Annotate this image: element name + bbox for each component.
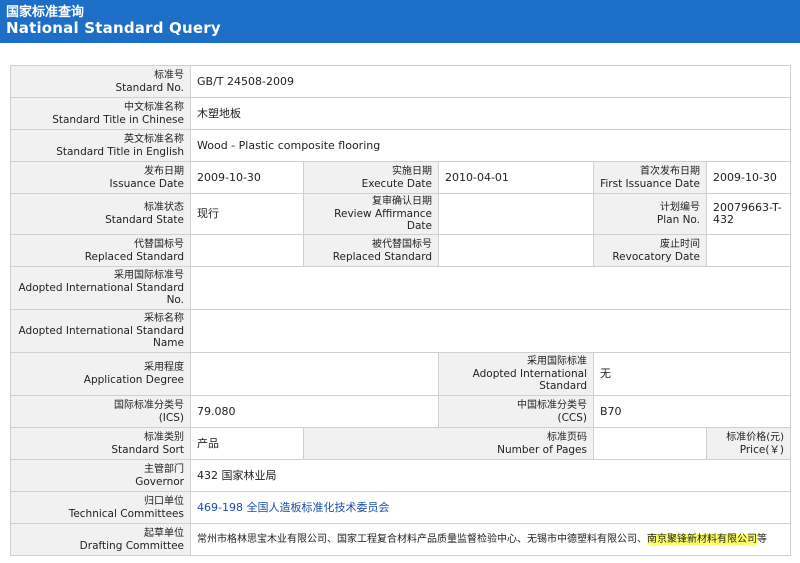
label-replaced-by: 被代替国标号 Replaced Standard [303,234,439,267]
label-price: 标准价格(元) Price(￥) [705,427,792,460]
row-title-en: 英文标准名称 Standard Title in English Wood - P… [10,129,792,162]
header-title-cn: 国家标准查询 [6,5,85,20]
drafting-committee-text: 常州市格林思宝木业有限公司、国家工程复合材料产品质量监督检验中心、无锡市中德塑料… [197,533,647,545]
label-revocatory-date: 废止时间 Revocatory Date [593,234,707,267]
row-adopted-intl-name: 采标名称 Adopted International Standard Name [10,309,792,353]
value-replaced-standard [190,234,304,267]
row-application-degree: 采用程度 Application Degree 采用国际标准 Adopted Int… [10,352,792,396]
value-issuance-date: 2009-10-30 [190,161,304,194]
value-standard-no: GB/T 24508-2009 [189,65,792,98]
label-adopted-intl-no: 采用国际标准号 Adopted International Standard No… [10,266,191,310]
label-ics: 国际标准分类号 (ICS) [10,395,191,428]
value-review-affirmance-date [438,193,594,235]
value-execute-date: 2010-04-01 [438,161,594,194]
label-number-of-pages: 标准页码 Number of Pages [303,427,594,460]
value-number-of-pages [593,427,707,460]
label-issuance-date: 发布日期 Issuance Date [10,161,191,194]
label-drafting-committee: 起草单位 Drafting Committee [10,523,191,556]
technical-committee-link[interactable]: 469-198 全国人造板标准化技术委员会 [197,501,389,514]
header-banner: 国家标准查询 National Standard Query [0,0,800,43]
label-standard-sort: 标准类别 Standard Sort [10,427,191,460]
header-title-en: National Standard Query [6,19,221,37]
drafting-committee-highlight: 南京聚锋新材料有限公司 [647,533,757,545]
label-adopted-intl-standard: 采用国际标准 Adopted International Standard [438,352,594,396]
value-adopted-intl-standard: 无 [592,352,792,396]
value-drafting-committee: 常州市格林思宝木业有限公司、国家工程复合材料产品质量监督检验中心、无锡市中德塑料… [189,523,792,556]
value-plan-no: 20079663-T-432 [705,193,792,235]
label-execute-date: 实施日期 Execute Date [303,161,439,194]
standard-detail: 标准号 Standard No. GB/T 24508-2009 中文标准名称 St… [10,65,792,556]
value-technical-committees: 469-198 全国人造板标准化技术委员会 [189,491,792,524]
value-first-issuance-date: 2009-10-30 [705,161,792,194]
label-application-degree: 采用程度 Application Degree [10,352,191,396]
value-revocatory-date [705,234,792,267]
row-technical-committees: 归口单位 Technical Committees 469-198 全国人造板标准… [10,491,792,524]
value-standard-state: 现行 [190,193,304,235]
value-adopted-intl-no [189,266,792,310]
standard-detail-table: 标准号 Standard No. GB/T 24508-2009 中文标准名称 St… [10,65,792,556]
label-adopted-intl-name: 采标名称 Adopted International Standard Name [10,309,191,353]
label-title-en: 英文标准名称 Standard Title in English [10,129,191,162]
value-ics: 79.080 [190,395,439,428]
row-replaced: 代替国标号 Replaced Standard 被代替国标号 Replaced St… [10,234,792,267]
label-review-affirmance-date: 复审确认日期 Review Affirmance Date [303,193,439,235]
label-ccs: 中国标准分类号 (CCS) [438,395,594,428]
value-standard-sort: 产品 [190,427,304,460]
label-plan-no: 计划编号 Plan No. [593,193,707,235]
row-adopted-intl-no: 采用国际标准号 Adopted International Standard No… [10,266,792,310]
row-governor: 主管部门 Governor 432 国家林业局 [10,459,792,492]
value-application-degree [190,352,439,396]
label-first-issuance-date: 首次发布日期 First Issuance Date [593,161,707,194]
row-title-cn: 中文标准名称 Standard Title in Chinese 木塑地板 [10,97,792,130]
row-dates: 发布日期 Issuance Date 2009-10-30 实施日期 Execute… [10,161,792,194]
row-classification: 国际标准分类号 (ICS) 79.080 中国标准分类号 (CCS) B70 [10,395,792,428]
label-technical-committees: 归口单位 Technical Committees [10,491,191,524]
row-standard-no: 标准号 Standard No. GB/T 24508-2009 [10,65,792,98]
label-standard-state: 标准状态 Standard State [10,193,191,235]
label-replaced-standard: 代替国标号 Replaced Standard [10,234,191,267]
row-sort: 标准类别 Standard Sort 产品 标准页码 Number of Pages… [10,427,792,460]
value-title-en: Wood - Plastic composite flooring [189,129,792,162]
value-governor: 432 国家林业局 [189,459,792,492]
label-governor: 主管部门 Governor [10,459,191,492]
value-title-cn: 木塑地板 [189,97,792,130]
label-standard-no: 标准号 Standard No. [10,65,191,98]
label-title-cn: 中文标准名称 Standard Title in Chinese [10,97,191,130]
row-state: 标准状态 Standard State 现行 复审确认日期 Review Affir… [10,193,792,235]
drafting-committee-suffix: 等 [757,533,767,545]
value-replaced-by [438,234,594,267]
value-adopted-intl-name [189,309,792,353]
row-drafting-committee: 起草单位 Drafting Committee 常州市格林思宝木业有限公司、国家工… [10,523,792,556]
value-ccs: B70 [592,395,792,428]
